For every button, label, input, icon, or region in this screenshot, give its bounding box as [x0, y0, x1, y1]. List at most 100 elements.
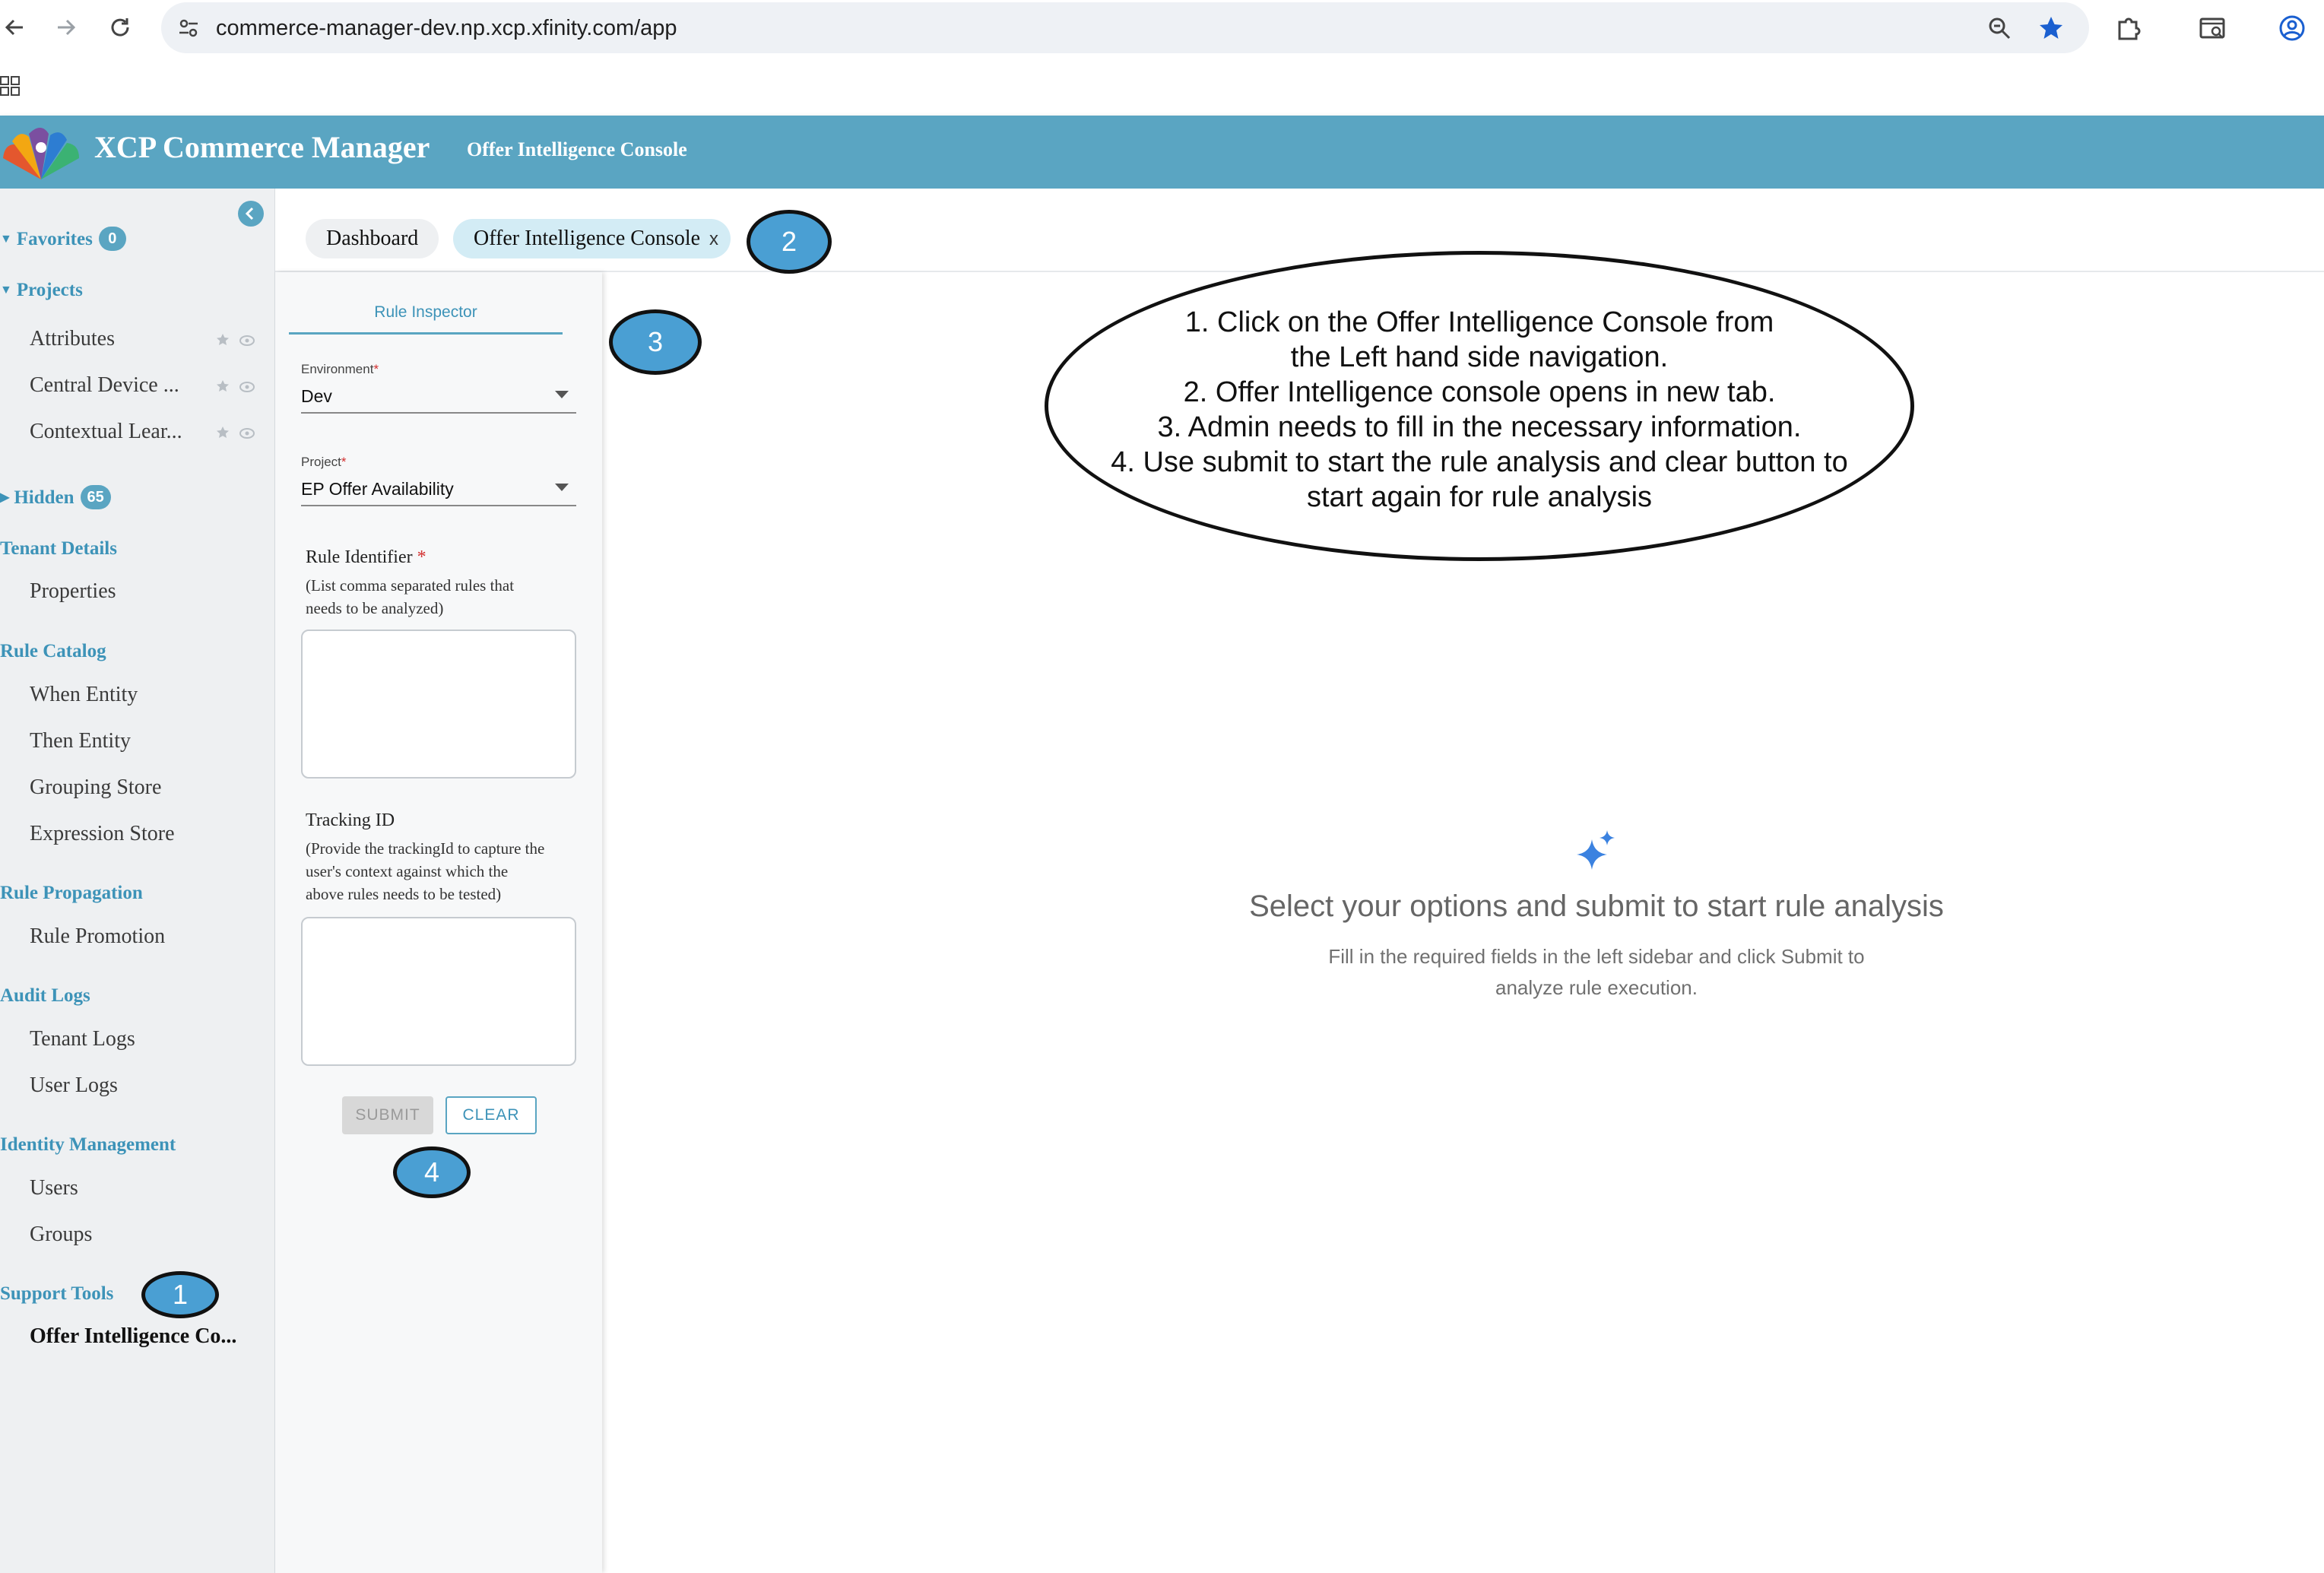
hidden-count-badge: 65 [80, 485, 111, 509]
sidebar-item-rule-promotion[interactable]: Rule Promotion [30, 924, 165, 949]
bookmark-star-icon[interactable] [2037, 14, 2065, 42]
item-actions [215, 378, 258, 396]
extensions-icon[interactable] [2113, 13, 2144, 43]
sidebar-group-support-tools: Support Tools [0, 1283, 114, 1304]
callout-line: start again for rule analysis [1306, 481, 1653, 513]
callout-line: 3. Admin needs to fill in the necessary … [1157, 411, 1802, 443]
star-eye-icons[interactable] [215, 331, 258, 350]
favorites-label: Favorites [16, 229, 93, 249]
app-header: XCP Commerce Manager Offer Intelligence … [0, 116, 2324, 189]
profile-icon[interactable] [2277, 13, 2307, 43]
apps-grid-icon[interactable] [0, 76, 20, 96]
step-marker-3: 3 [609, 309, 702, 375]
instructions-callout: 1. Click on the Offer Intelligence Conso… [1045, 251, 1914, 561]
environment-label: Environment* [301, 362, 379, 377]
help-line: (Provide the trackingId to capture the [306, 839, 545, 858]
app-subtitle: Offer Intelligence Console [467, 138, 687, 160]
rule-identifier-label-text: Rule Identifier [306, 547, 413, 567]
empty-state-line: Fill in the required fields in the left … [1328, 945, 1865, 968]
environment-label-text: Environment [301, 362, 374, 376]
item-actions [215, 331, 258, 350]
sidebar-item-when-entity[interactable]: When Entity [30, 683, 138, 707]
sidebar-group-identity-management: Identity Management [0, 1134, 176, 1155]
rule-identifier-help: (List comma separated rules that needs t… [306, 574, 579, 620]
site-settings-icon[interactable] [175, 14, 202, 42]
sidebar-item-expression-store[interactable]: Expression Store [30, 822, 175, 846]
sidebar-group-tenant-details: Tenant Details [0, 538, 117, 559]
left-sidebar: ▼ Favorites 0 ▼ Projects Attributes Central… [0, 189, 275, 1573]
sidebar-item-users[interactable]: Users [30, 1176, 78, 1200]
empty-state-title: Select your options and submit to start … [1249, 890, 1944, 923]
help-line: user's context against which the [306, 862, 509, 880]
sidebar-item-contextual-learning[interactable]: Contextual Lear... [30, 420, 182, 444]
empty-state-line: analyze rule execution. [1495, 976, 1698, 999]
sidebar-item-properties[interactable]: Properties [30, 579, 116, 604]
peacock-logo-icon [0, 122, 82, 182]
tab-rule-inspector[interactable]: Rule Inspector [289, 293, 563, 335]
caret-right-icon: ▶ [0, 491, 10, 504]
tracking-id-help: (Provide the trackingId to capture the u… [306, 837, 579, 905]
hidden-label: Hidden [14, 487, 75, 508]
tab-offer-intelligence-console[interactable]: Offer Intelligence Console x [453, 219, 731, 258]
forward-arrow-icon[interactable] [50, 12, 81, 43]
clear-button[interactable]: CLEAR [445, 1096, 537, 1134]
tab-dashboard-label: Dashboard [326, 227, 419, 250]
sidebar-item-groups[interactable]: Groups [30, 1223, 92, 1247]
callout-line: 1. Click on the Offer Intelligence Conso… [1184, 306, 1774, 338]
favorites-count-badge: 0 [98, 227, 126, 251]
browser-toolbar: commerce-manager-dev.np.xcp.xfinity.com/… [0, 0, 2324, 56]
app-title[interactable]: XCP Commerce Manager [94, 129, 430, 165]
required-mark: * [417, 547, 426, 567]
callout-line: 2. Offer Intelligence console opens in n… [1183, 376, 1776, 408]
project-label: Project* [301, 455, 347, 470]
empty-state-subtitle: Fill in the required fields in the left … [1216, 941, 1977, 1004]
sidebar-item-grouping-store[interactable]: Grouping Store [30, 775, 161, 800]
project-label-text: Project [301, 455, 341, 469]
sidebar-item-user-logs[interactable]: User Logs [30, 1074, 118, 1098]
sidebar-item-offer-intelligence-console[interactable]: Offer Intelligence Co... [30, 1324, 236, 1349]
address-bar[interactable]: commerce-manager-dev.np.xcp.xfinity.com/… [161, 2, 2089, 53]
reload-icon[interactable] [105, 12, 135, 43]
sidebar-group-projects[interactable]: ▼ Projects [0, 280, 83, 301]
help-line: needs to be analyzed) [306, 599, 444, 617]
rule-identifier-input[interactable] [301, 630, 576, 779]
sidebar-item-attributes[interactable]: Attributes [30, 327, 115, 351]
sparkle-icon [1575, 829, 1618, 871]
submit-button[interactable]: SUBMIT [342, 1096, 433, 1134]
star-eye-icons[interactable] [215, 378, 258, 396]
environment-select[interactable]: Dev [301, 383, 576, 414]
sidebar-item-central-device[interactable]: Central Device ... [30, 373, 179, 398]
collapse-sidebar-button[interactable] [238, 201, 264, 227]
sidebar-group-hidden[interactable]: ▶ Hidden 65 [0, 485, 111, 509]
back-arrow-icon[interactable] [0, 12, 30, 43]
step-marker-1: 1 [141, 1271, 219, 1318]
tracking-id-label: Tracking ID [306, 810, 395, 830]
rule-identifier-label: Rule Identifier * [306, 547, 426, 568]
callout-line: 4. Use submit to start the rule analysis… [1111, 446, 1848, 478]
tab-dashboard[interactable]: Dashboard [306, 219, 439, 258]
required-mark: * [341, 455, 347, 469]
sidebar-item-tenant-logs[interactable]: Tenant Logs [30, 1027, 135, 1051]
sidebar-group-favorites[interactable]: ▼ Favorites 0 [0, 227, 126, 251]
tabs-bar: Dashboard Offer Intelligence Console x [275, 189, 2324, 272]
help-line: (List comma separated rules that [306, 576, 515, 595]
sidebar-group-rule-propagation: Rule Propagation [0, 883, 143, 903]
tab-search-icon[interactable] [2197, 13, 2227, 43]
star-eye-icons[interactable] [215, 424, 258, 442]
dropdown-arrow-icon [555, 484, 569, 491]
step-marker-2: 2 [747, 210, 832, 274]
sidebar-item-then-entity[interactable]: Then Entity [30, 729, 131, 753]
close-tab-icon[interactable]: x [709, 229, 718, 249]
dropdown-arrow-icon [555, 391, 569, 398]
step-marker-4: 4 [393, 1146, 471, 1198]
sidebar-group-rule-catalog: Rule Catalog [0, 641, 106, 661]
required-mark: * [373, 362, 379, 376]
project-select[interactable]: EP Offer Availability [301, 476, 576, 506]
item-actions [215, 424, 258, 442]
rule-inspector-panel: Rule Inspector Environment* Dev Project*… [275, 272, 602, 1573]
zoom-icon[interactable] [1986, 14, 2013, 42]
sidebar-group-audit-logs: Audit Logs [0, 985, 90, 1006]
tab-offer-label: Offer Intelligence Console [474, 227, 701, 250]
tracking-id-input[interactable] [301, 917, 576, 1066]
url-text[interactable]: commerce-manager-dev.np.xcp.xfinity.com/… [216, 16, 677, 41]
